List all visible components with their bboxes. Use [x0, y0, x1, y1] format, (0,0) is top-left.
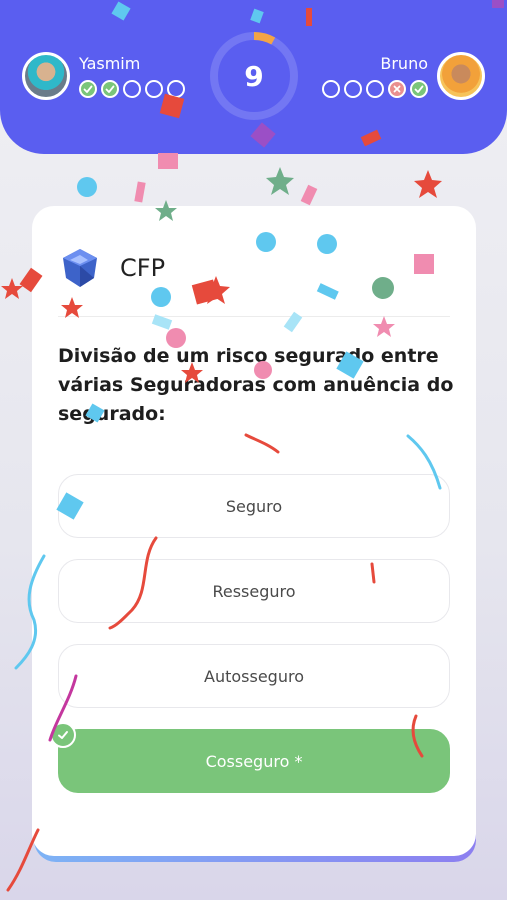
answer-empty-icon	[145, 80, 163, 98]
player-left-name: Yasmim	[79, 54, 141, 73]
player-right: Bruno	[322, 52, 485, 100]
answer-empty-icon	[322, 80, 340, 98]
answer-wrong-icon	[388, 80, 406, 98]
answer-correct-icon	[101, 80, 119, 98]
divider	[58, 316, 450, 317]
player-left-answers	[79, 80, 185, 98]
answer-empty-icon	[167, 80, 185, 98]
answer-correct-icon	[79, 80, 97, 98]
subject-header: CFP	[58, 246, 165, 290]
answer-option-4[interactable]: Cosseguro *	[58, 729, 450, 793]
player-left: Yasmim	[22, 52, 185, 100]
question-card: CFP Divisão de um risco segurado entre v…	[32, 206, 476, 856]
answer-option-1[interactable]: Seguro	[58, 474, 450, 538]
player-right-avatar	[437, 52, 485, 100]
subject-name: CFP	[120, 254, 166, 282]
answer-correct-icon	[410, 80, 428, 98]
diamond-icon	[63, 249, 97, 287]
timer-value: 9	[244, 59, 264, 93]
round-timer: 9	[207, 29, 301, 123]
player-right-name: Bruno	[380, 54, 428, 73]
answer-option-3[interactable]: Autosseguro	[58, 644, 450, 708]
answer-empty-icon	[366, 80, 384, 98]
answer-empty-icon	[344, 80, 362, 98]
answer-empty-icon	[123, 80, 141, 98]
correct-check-icon	[50, 722, 76, 748]
game-header: Yasmim 9 Bruno	[0, 0, 507, 154]
question-text: Divisão de um risco segurado entre vária…	[58, 345, 454, 425]
answer-option-2[interactable]: Resseguro	[58, 559, 450, 623]
player-right-answers	[322, 80, 428, 98]
player-left-avatar	[22, 52, 70, 100]
